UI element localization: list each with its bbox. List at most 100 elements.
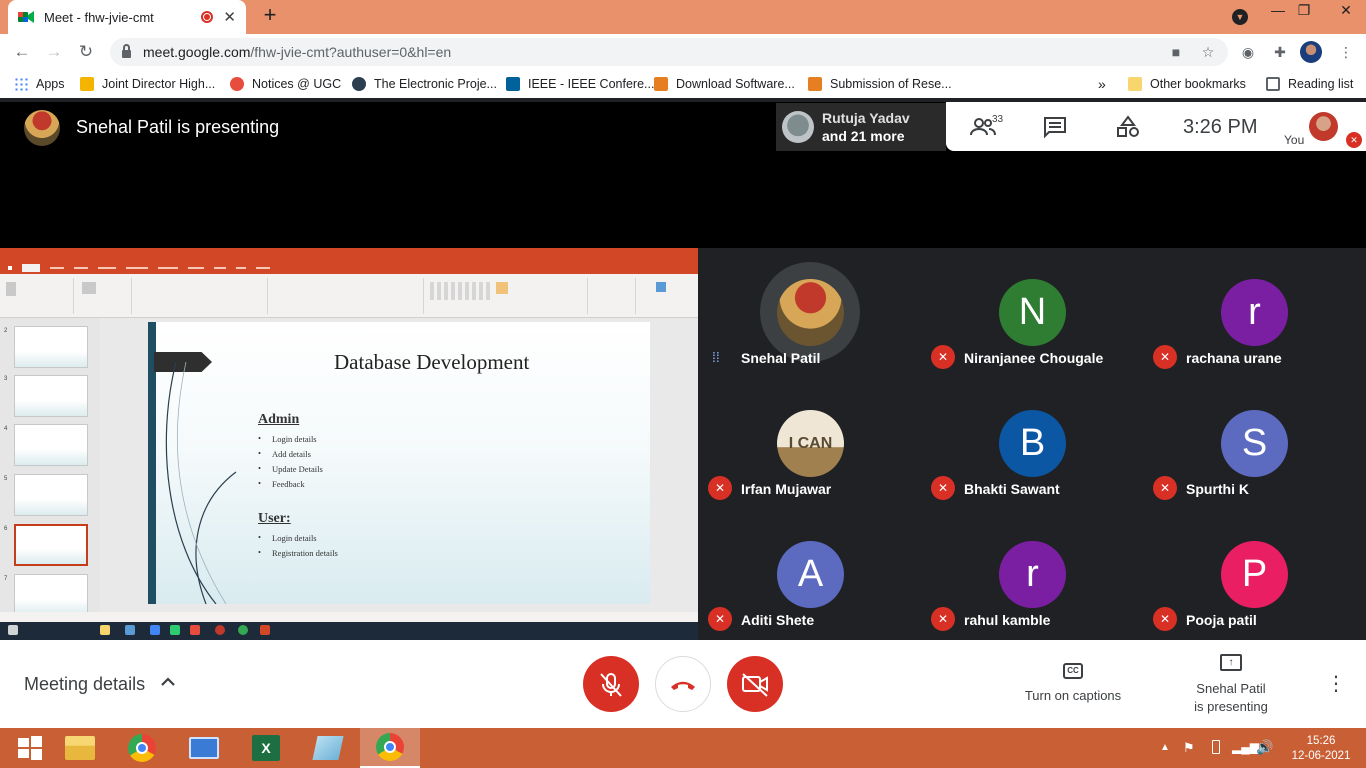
slide-thumbnail-pane[interactable]: 2 3 4 5 6 7 bbox=[0, 318, 100, 616]
slide-thumbnail[interactable] bbox=[14, 574, 88, 616]
profile-avatar[interactable] bbox=[1300, 41, 1322, 63]
presenter-avatar bbox=[24, 110, 60, 146]
chevron-up-icon[interactable] bbox=[158, 672, 178, 692]
address-bar[interactable]: meet.google.com/fhw-jvie-cmt?authuser=0&… bbox=[110, 38, 1228, 66]
participant-avatar-snehal-patil[interactable] bbox=[777, 279, 844, 346]
battery-icon[interactable] bbox=[1212, 740, 1220, 754]
other-bookmarks-folder[interactable]: Other bookmarks bbox=[1128, 75, 1246, 93]
slide-bullet-list: Login details Add details Update Details… bbox=[258, 433, 323, 494]
activities-icon[interactable] bbox=[1115, 115, 1141, 139]
tab-search-icon[interactable]: ▼ bbox=[1232, 9, 1248, 25]
app-icon bbox=[125, 625, 135, 635]
self-avatar[interactable] bbox=[1309, 112, 1338, 141]
chrome-icon bbox=[128, 734, 156, 762]
forward-icon[interactable]: → bbox=[42, 40, 66, 64]
new-tab-button[interactable]: + bbox=[258, 4, 282, 28]
chrome-menu-icon[interactable]: ⋮ bbox=[1338, 44, 1354, 60]
url-path: /fhw-jvie-cmt?authuser=0&hl=en bbox=[250, 44, 452, 60]
restore-button[interactable]: ❐ bbox=[1288, 0, 1320, 22]
slide-decorative-curves bbox=[165, 362, 237, 604]
bookmarks-bar: Apps Joint Director High... Notices @ UG… bbox=[0, 70, 1366, 98]
powerpoint-titlebar bbox=[0, 248, 698, 262]
participant-avatar-spurthi[interactable]: S bbox=[1221, 410, 1288, 477]
mic-off-icon: ✕ bbox=[1153, 607, 1177, 631]
recent-speaker-name: Rutuja Yadav bbox=[822, 110, 910, 126]
action-flag-icon[interactable]: ⚑ bbox=[1183, 740, 1195, 756]
taskbar-chrome-active[interactable] bbox=[360, 728, 420, 768]
tab-close-icon[interactable]: ✕ bbox=[223, 8, 236, 26]
meeting-details-button[interactable]: Meeting details bbox=[24, 674, 145, 695]
presenting-button-label[interactable]: Snehal Patil is presenting bbox=[1176, 680, 1286, 716]
participant-avatar-pooja[interactable]: P bbox=[1221, 541, 1288, 608]
taskbar-file-explorer[interactable] bbox=[50, 728, 110, 768]
camera-off-icon bbox=[742, 673, 768, 697]
bookmark-electronic-projects[interactable]: The Electronic Proje... bbox=[352, 75, 497, 93]
participant-avatar-bhakti[interactable]: B bbox=[999, 410, 1066, 477]
slide-bullet: Add details bbox=[258, 448, 323, 464]
slide-section-heading: Admin bbox=[258, 412, 300, 427]
extensions-icon[interactable]: ✚ bbox=[1272, 44, 1288, 60]
hang-up-icon bbox=[671, 681, 695, 690]
network-icon[interactable]: ▂▄▆ bbox=[1232, 740, 1259, 754]
taskbar-excel[interactable]: X bbox=[236, 728, 296, 768]
folder-icon bbox=[65, 736, 95, 760]
participant-name: Irfan Mujawar bbox=[741, 481, 832, 497]
tray-overflow-icon[interactable]: ▲ bbox=[1160, 742, 1170, 753]
chrome-icon bbox=[238, 625, 248, 635]
slide-thumbnail[interactable] bbox=[14, 326, 88, 368]
slide-bullet: Registration details bbox=[258, 547, 338, 563]
participant-name: rachana urane bbox=[1186, 350, 1282, 366]
app-icon bbox=[215, 625, 225, 635]
bookmark-ugc-notices[interactable]: Notices @ UGC bbox=[230, 75, 341, 93]
bookmark-ieee[interactable]: IEEE - IEEE Confere... bbox=[506, 75, 654, 93]
browser-tab-meet[interactable]: Meet - fhw-jvie-cmt ✕ bbox=[8, 0, 246, 34]
slide-thumbnail[interactable] bbox=[14, 375, 88, 417]
system-clock[interactable]: 15:26 12-06-2021 bbox=[1286, 734, 1356, 764]
reading-list-button[interactable]: Reading list bbox=[1266, 75, 1353, 93]
mic-off-icon bbox=[600, 673, 622, 697]
taskbar-keyboard-app[interactable] bbox=[174, 728, 234, 768]
reading-list-icon bbox=[1266, 77, 1280, 91]
bookmark-joint-director[interactable]: Joint Director High... bbox=[80, 75, 215, 93]
back-icon[interactable]: ← bbox=[10, 40, 34, 64]
bookmark-submission[interactable]: Submission of Rese... bbox=[808, 75, 952, 93]
mic-off-icon: ✕ bbox=[1153, 476, 1177, 500]
participant-avatar-rachana[interactable]: r bbox=[1221, 279, 1288, 346]
participant-avatar-rahul[interactable]: r bbox=[999, 541, 1066, 608]
participant-avatar-irfan[interactable]: I CAN bbox=[777, 410, 844, 477]
camera-toggle-button[interactable] bbox=[727, 656, 783, 712]
bookmarks-overflow-icon[interactable]: » bbox=[1098, 75, 1106, 93]
slide-thumbnail[interactable] bbox=[14, 424, 88, 466]
captions-button-label[interactable]: Turn on captions bbox=[1012, 688, 1134, 703]
clock-time: 15:26 bbox=[1306, 735, 1336, 747]
mic-off-icon: ✕ bbox=[708, 607, 732, 631]
recent-speakers-text: Rutuja Yadav and 21 more bbox=[822, 109, 910, 145]
microphone-toggle-button[interactable] bbox=[583, 656, 639, 712]
captions-icon[interactable]: CC bbox=[1063, 663, 1083, 679]
bookmark-download-software[interactable]: Download Software... bbox=[654, 75, 795, 93]
taskbar-chrome[interactable] bbox=[112, 728, 172, 768]
slide-thumbnail[interactable] bbox=[14, 474, 88, 516]
camera-in-use-icon[interactable]: ■ bbox=[1168, 44, 1184, 60]
explorer-icon bbox=[100, 625, 110, 635]
bookmark-apps[interactable]: Apps bbox=[14, 75, 65, 93]
screenshot-icon[interactable]: ◉ bbox=[1240, 44, 1256, 60]
ugc-logo-icon bbox=[230, 77, 244, 91]
powerpoint-status-bar bbox=[0, 612, 698, 622]
apps-grid-icon bbox=[14, 77, 28, 91]
taskbar-app[interactable] bbox=[298, 728, 358, 768]
slide-thumbnail-selected[interactable] bbox=[14, 524, 88, 566]
close-window-button[interactable]: ✕ bbox=[1326, 0, 1366, 22]
bookmark-star-icon[interactable]: ☆ bbox=[1200, 44, 1216, 60]
volume-icon[interactable]: 🔊 bbox=[1256, 739, 1273, 756]
start-icon bbox=[8, 625, 18, 635]
present-screen-icon[interactable]: ↑ bbox=[1220, 654, 1242, 671]
reload-icon[interactable]: ↻ bbox=[74, 40, 98, 64]
chat-icon[interactable] bbox=[1042, 115, 1068, 139]
participant-avatar-niranjanee[interactable]: N bbox=[999, 279, 1066, 346]
leave-call-button[interactable] bbox=[655, 656, 711, 712]
current-slide[interactable]: Database Development Admin Login details… bbox=[148, 322, 650, 604]
powerpoint-icon bbox=[260, 625, 270, 635]
more-options-icon[interactable]: ⋮ bbox=[1324, 672, 1348, 696]
participant-avatar-aditi[interactable]: A bbox=[777, 541, 844, 608]
